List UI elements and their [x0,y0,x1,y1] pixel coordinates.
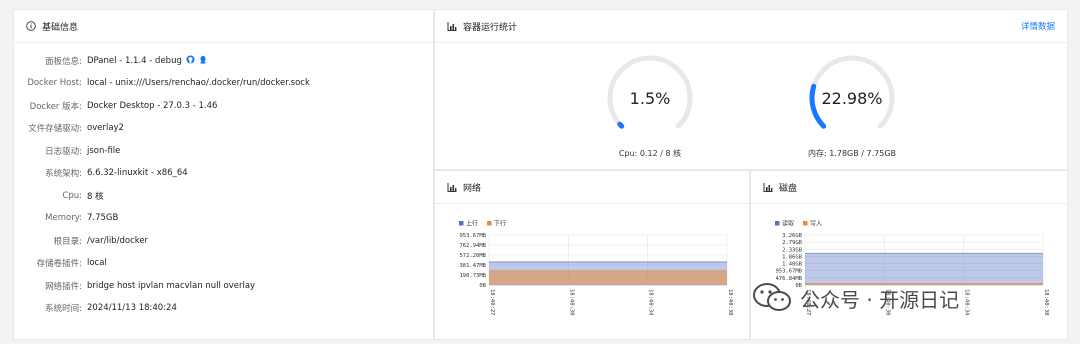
memory-gauge-value: 22.98% [821,88,883,108]
info-value: local - unix:///Users/renchao/.docker/ru… [87,78,310,88]
info-row-panel: 面板信息: DPanel - 1.1.4 - debug [14,50,435,72]
info-label: 存储卷插件: [36,259,82,269]
network-x-tick: 18:40:34 [648,289,654,316]
info-row-arch: 系统架构: 6.6.32-linuxkit - x86_64 [14,162,435,184]
network-x-tick: 18:40:27 [489,289,495,316]
info-label: 根目录: [53,237,82,247]
bar-chart-icon [763,182,773,192]
wechat-logo-icon [752,281,794,315]
network-y-tick: 953.67MB [460,233,487,239]
disk-title: 磁盘 [779,183,798,194]
info-row-log-driver: 日志驱动: json-file [14,140,435,162]
info-circle-icon [26,21,36,31]
info-label: 文件存储驱动: [28,124,82,134]
info-label: Cpu: [62,191,82,201]
network-x-tick: 18:40:30 [568,289,574,316]
disk-legend-label-0: 读取 [782,220,794,228]
disk-x-tick: 18:40:34 [964,289,970,316]
disk-y-tick: 1.86GB [782,254,803,260]
network-legend-swatch-0 [459,221,464,226]
network-area-1 [489,270,727,285]
info-row-docker-version: Docker 版本: Docker Desktop - 27.0.3 - 1.4… [14,95,435,117]
network-title: 网络 [463,183,482,194]
bar-chart-icon [447,21,457,31]
info-value: 7.75GB [87,213,119,223]
info-value: 8 核 [87,192,104,202]
disk-legend-swatch-1 [803,221,808,226]
info-row-volume-plugin: 存储卷插件: local [14,252,435,274]
network-legend-swatch-1 [487,221,492,226]
watermark-text: 公众号 · 开源日记 [800,287,960,312]
detail-data-link[interactable]: 详情数据 [1021,20,1055,32]
info-value: bridge host ipvlan macvlan null overlay [87,281,256,291]
info-label: 面板信息: [45,57,82,67]
cpu-gauge-value: 1.5% [629,88,671,108]
memory-gauge: 22.98% [807,53,897,143]
info-value: 2024/11/13 18:40:24 [87,303,177,313]
disk-y-tick: 2.79GB [782,240,803,246]
network-legend-label-1: 下行 [494,220,506,228]
info-label: Docker 版本: [29,102,82,112]
network-y-tick: 762.94MB [460,243,487,249]
info-value-panel: DPanel - 1.1.4 - debug [87,55,207,67]
bar-chart-icon [447,182,457,192]
cpu-gauge: 1.5% [605,53,695,143]
disk-y-tick: 1.40GB [782,262,803,268]
disk-legend-label-1: 写入 [810,221,822,228]
disk-y-tick: 953.67MB [776,269,803,275]
network-card: 网络 上行 下行 953.67MB 762.94MB 572.20MB 381.47MB 1… [434,170,750,340]
basic-info-header: 基础信息 [14,10,433,43]
info-row-cpu: Cpu: 8 核 [14,185,435,207]
network-chart: 上行 下行 953.67MB 762.94MB 572.20MB 381.47MB 190.… [459,220,733,316]
cpu-gauge-caption: Cpu: 0.12 / 8 核 [618,149,682,158]
info-value: 6.6.32-linuxkit - x86_64 [87,168,188,178]
info-value: local [87,258,107,268]
basic-info-card: 基础信息 面板信息: DPanel - 1.1.4 - debug Docker… [13,9,434,340]
disk-legend-swatch-0 [775,221,780,226]
github-icon[interactable] [186,55,195,67]
info-value: json-file [87,146,121,156]
container-stats-header: 容器运行统计 详情数据 [435,10,1067,43]
info-row-root-dir: 根目录: /var/lib/docker [14,230,435,252]
info-label: 系统时间: [45,304,82,314]
network-legend-label-0: 上行 [466,220,478,228]
network-y-tick: 381.47MB [460,263,487,269]
network-x-tick: 18:40:38 [727,289,733,316]
container-stats-title: 容器运行统计 [463,22,518,33]
container-stats-card: 容器运行统计 详情数据 1.5% Cpu: 0.12 / 8 核 22.98% … [434,9,1068,170]
info-value: DPanel - 1.1.4 - debug [87,56,182,66]
network-y-tick: 0B [479,283,486,289]
info-label: Memory: [45,213,82,223]
info-row-storage-driver: 文件存储驱动: overlay2 [14,117,435,139]
network-y-tick: 572.20MB [460,253,487,259]
watermark: 公众号 · 开源日记 [752,281,959,315]
disk-chart: 读取 写入 3.26GB2.79GB2.33GB1.86GB 1.40GB953.67… [775,220,1049,316]
disk-y-tick: 3.26GB [782,233,803,239]
info-row-system-time: 系统时间: 2024/11/13 18:40:24 [14,297,435,319]
info-value: Docker Desktop - 27.0.3 - 1.46 [87,101,218,111]
info-row-memory: Memory: 7.75GB [14,207,435,229]
network-header: 网络 [435,171,749,204]
info-label: 日志驱动: [45,147,82,157]
info-label: 网络插件: [45,282,82,292]
basic-info-title: 基础信息 [42,22,79,33]
disk-x-tick: 18:40:38 [1043,289,1049,316]
network-y-tick: 190.73MB [460,273,487,279]
info-label: 系统架构: [45,169,82,179]
info-value: /var/lib/docker [87,236,149,246]
disk-header: 磁盘 [751,171,1067,204]
disk-y-tick: 2.33GB [782,247,803,253]
qq-icon[interactable] [199,55,207,67]
info-row-network-plugin: 网络插件: bridge host ipvlan macvlan null ov… [14,275,435,297]
info-label: Docker Host: [27,78,82,88]
info-value: overlay2 [87,123,124,133]
dashboard: 基础信息 面板信息: DPanel - 1.1.4 - debug Docker… [0,0,1080,344]
memory-gauge-caption: 内存: 1.78GB / 7.75GB [807,149,897,158]
info-row-docker-host: Docker Host: local - unix:///Users/rench… [14,72,435,94]
